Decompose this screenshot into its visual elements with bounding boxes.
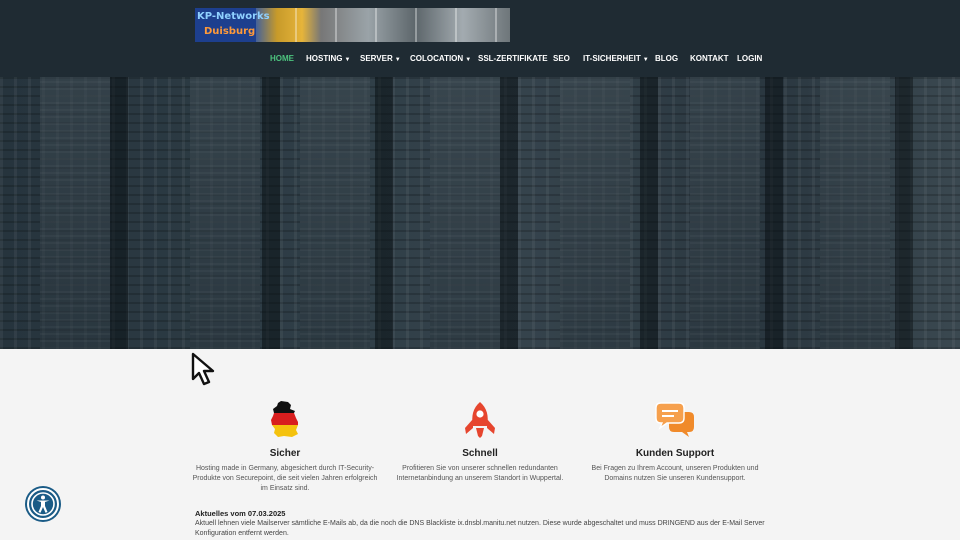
feature-title: Schnell (462, 448, 498, 459)
nav-login[interactable]: LOGIN (737, 54, 762, 63)
accessibility-button[interactable] (27, 488, 59, 520)
nav-colocation[interactable]: COLOCATION ▼ (410, 54, 471, 63)
nav-hosting[interactable]: HOSTING ▼ (306, 54, 350, 63)
news-text: Aktuell lehnen viele Mailserver sämtlich… (195, 520, 765, 537)
news-heading: Aktuelles vom 07.03.2025 (195, 509, 286, 518)
logo-line-1: KP-Networks (197, 11, 270, 22)
rocket-icon (465, 402, 495, 438)
nav-blog[interactable]: BLOG (655, 54, 678, 63)
caret-down-icon: ▼ (344, 57, 351, 63)
caret-down-icon: ▼ (465, 57, 472, 63)
logo-line-2: Duisburg (204, 26, 256, 37)
caret-down-icon: ▼ (394, 57, 401, 63)
nav-kontakt[interactable]: KONTAKT (690, 54, 729, 63)
site-logo[interactable]: KP-Networks Duisburg (195, 8, 510, 42)
nav-seo[interactable]: SEO (553, 54, 570, 63)
chat-bubbles-icon (655, 402, 694, 437)
nav-server[interactable]: SERVER ▼ (360, 54, 401, 63)
nav-home[interactable]: HOME (270, 54, 294, 63)
feature-description: Bei Fragen zu Ihrem Account, unseren Pro… (591, 465, 759, 482)
feature-description: Profitieren Sie von unserer schnellen re… (396, 465, 564, 482)
nav-ssl-zertifikate[interactable]: SSL-ZERTIFIKATE (478, 54, 548, 63)
feature-sicher: Sicher Hosting made in Germany, abgesich… (190, 446, 380, 494)
mouse-cursor-icon (191, 352, 215, 386)
page-header-hero: KP-Networks Duisburg HOME HOSTING ▼ SERVE… (0, 0, 960, 349)
feature-kunden-support: Kunden Support Bei Fragen zu Ihrem Accou… (580, 446, 770, 484)
feature-title: Sicher (269, 448, 301, 459)
hero-banner (0, 77, 960, 349)
caret-down-icon: ▼ (642, 57, 649, 63)
accessibility-icon (31, 492, 55, 516)
germany-map-icon (271, 401, 298, 437)
feature-description: Hosting made in Germany, abgesichert dur… (192, 465, 378, 492)
feature-schnell: Schnell Profitieren Sie von unserer schn… (385, 446, 575, 484)
feature-title: Kunden Support (635, 448, 715, 459)
nav-it-sicherheit[interactable]: IT-SICHERHEIT ▼ (583, 54, 649, 63)
